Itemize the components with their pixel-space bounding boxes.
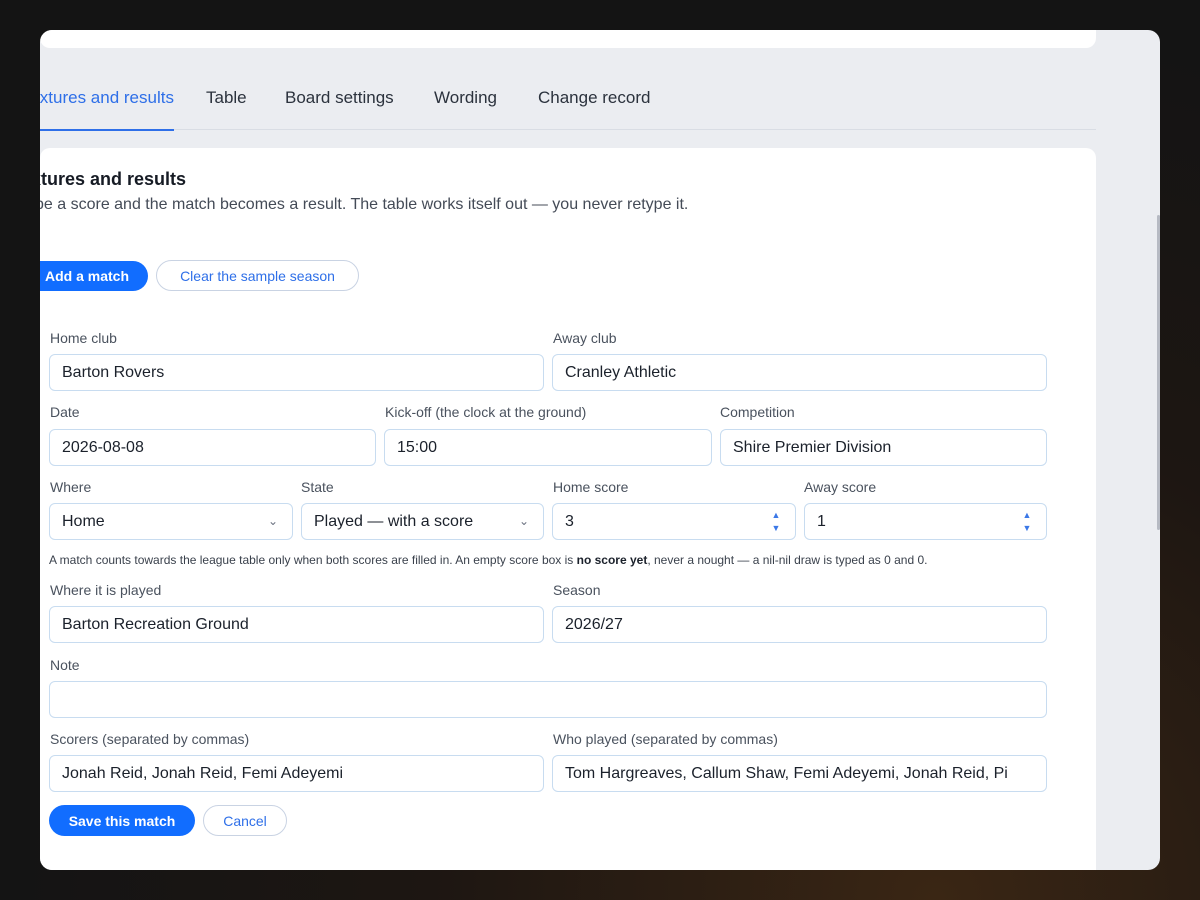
state-value: Played — with a score — [314, 513, 474, 530]
clear-sample-season-button[interactable]: Clear the sample season — [156, 260, 359, 291]
away-club-value: Cranley Athletic — [565, 364, 677, 381]
save-match-button[interactable]: Save this match — [49, 805, 195, 836]
away-score-label: Away score — [804, 479, 877, 495]
home-club-label: Home club — [50, 330, 117, 346]
hint-text-end: , never a nought — a nil-nil draw is typ… — [647, 553, 928, 567]
kickoff-label: Kick-off (the clock at the ground) — [385, 404, 587, 420]
competition-value: Shire Premier Division — [733, 439, 892, 456]
kickoff-input[interactable]: 15:00 — [384, 429, 712, 466]
panel-title: ixtures and results — [40, 169, 187, 189]
season-label: Season — [553, 582, 601, 598]
add-match-button[interactable]: Add a match — [40, 261, 148, 291]
stepper-arrows-icon[interactable]: ▲ ▼ — [1022, 511, 1032, 533]
tab-board-settings[interactable]: Board settings — [285, 78, 394, 130]
scorers-input[interactable]: Jonah Reid, Jonah Reid, Femi Adeyemi — [49, 755, 544, 792]
chevron-down-icon: ⌄ — [267, 514, 278, 528]
venue-label: Where it is played — [50, 582, 162, 598]
hint-text: A match counts towards the league table … — [49, 553, 577, 567]
scrollbar-thumb[interactable] — [1157, 215, 1160, 530]
players-label: Who played (separated by commas) — [553, 731, 778, 747]
tab-table[interactable]: Table — [206, 78, 247, 130]
venue-input[interactable]: Barton Recreation Ground — [49, 606, 544, 643]
home-club-input[interactable]: Barton Rovers — [49, 354, 544, 391]
where-value: Home — [62, 513, 105, 530]
hint-emphasis: no score yet — [576, 553, 648, 567]
chevron-down-icon: ⌄ — [518, 514, 529, 528]
away-score-stepper[interactable]: 1 ▲ ▼ — [804, 503, 1047, 540]
date-value: 2026-08-08 — [62, 439, 144, 456]
date-input[interactable]: 2026-08-08 — [49, 429, 376, 466]
home-score-label: Home score — [553, 479, 629, 495]
competition-label: Competition — [720, 404, 795, 420]
tab-change-record[interactable]: Change record — [538, 78, 650, 130]
kickoff-value: 15:00 — [397, 439, 438, 456]
date-label: Date — [50, 404, 80, 420]
home-club-value: Barton Rovers — [62, 364, 165, 381]
scorers-value: Jonah Reid, Jonah Reid, Femi Adeyemi — [62, 765, 344, 782]
top-card — [40, 30, 1096, 48]
panel-subtitle: ype a score and the match becomes a resu… — [40, 196, 689, 213]
away-club-input[interactable]: Cranley Athletic — [552, 354, 1047, 391]
players-input[interactable]: Tom Hargreaves, Callum Shaw, Femi Adeyem… — [552, 755, 1047, 792]
home-score-stepper[interactable]: 3 ▲ ▼ — [552, 503, 796, 540]
tab-wording[interactable]: Wording — [434, 78, 497, 130]
venue-value: Barton Recreation Ground — [62, 616, 249, 633]
where-select[interactable]: Home ⌄ — [49, 503, 293, 540]
state-select[interactable]: Played — with a score ⌄ — [301, 503, 544, 540]
season-value: 2026/27 — [565, 616, 623, 633]
scorers-label: Scorers (separated by commas) — [50, 731, 250, 747]
away-score-value: 1 — [817, 513, 826, 530]
tab-fixtures-and-results[interactable]: ixtures and results — [40, 78, 174, 131]
competition-input[interactable]: Shire Premier Division — [720, 429, 1047, 466]
fixtures-panel: ixtures and results ype a score and the … — [40, 148, 1096, 870]
cancel-button[interactable]: Cancel — [203, 805, 287, 836]
tab-bar: ixtures and results Table Board settings… — [40, 78, 1096, 131]
home-score-value: 3 — [565, 513, 574, 530]
note-label: Note — [50, 657, 80, 673]
where-label: Where — [50, 479, 92, 495]
app-window: ixtures and results Table Board settings… — [40, 30, 1160, 870]
season-input[interactable]: 2026/27 — [552, 606, 1047, 643]
scrollbar[interactable] — [1156, 30, 1160, 870]
players-value: Tom Hargreaves, Callum Shaw, Femi Adeyem… — [565, 765, 1008, 782]
note-input[interactable] — [49, 681, 1047, 718]
away-club-label: Away club — [553, 330, 617, 346]
score-hint: A match counts towards the league table … — [49, 553, 928, 567]
state-label: State — [301, 479, 334, 495]
stepper-arrows-icon[interactable]: ▲ ▼ — [771, 511, 781, 533]
